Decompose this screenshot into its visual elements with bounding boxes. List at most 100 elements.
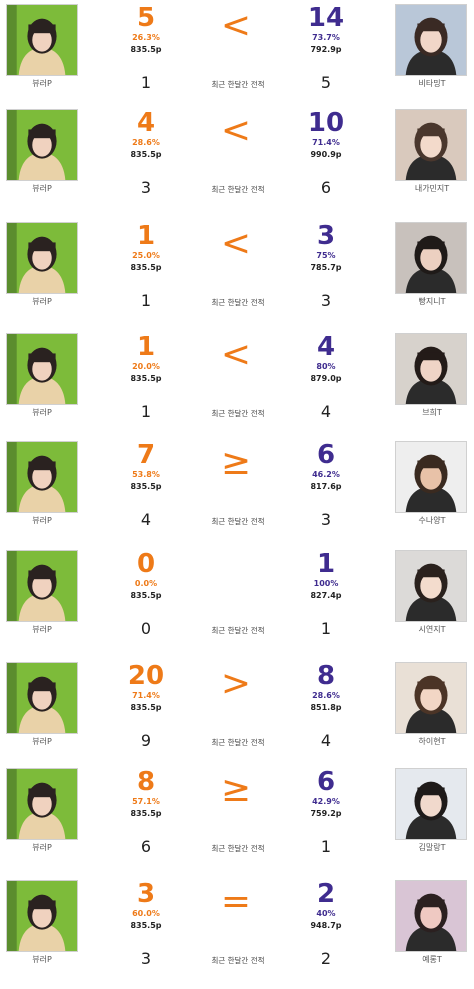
left-player-avatar[interactable] <box>6 109 78 181</box>
match-row: 뷰러P 8 57.1% 835.5p ≥ 6 42.9% 759.2p 김말랑T… <box>0 764 474 864</box>
left-points: 835.5p <box>130 703 162 712</box>
left-player-name: 뷰러P <box>32 184 52 193</box>
left-points: 835.5p <box>130 263 162 272</box>
right-win-rate: 71.4% <box>312 138 340 147</box>
left-player-avatar[interactable] <box>6 880 78 952</box>
left-score: 1 <box>136 221 156 251</box>
left-score: 4 <box>136 108 156 138</box>
right-points: 759.2p <box>310 809 342 818</box>
right-player-avatar[interactable] <box>395 222 467 294</box>
left-player-name: 뷰러P <box>32 79 52 88</box>
right-score: 4 <box>316 332 336 362</box>
comparison-symbol: < <box>220 334 252 375</box>
left-recent-count: 1 <box>140 402 152 421</box>
recent-period-label: 최근 한달간 전적 <box>211 298 265 307</box>
left-win-rate: 53.8% <box>132 470 160 479</box>
right-recent-count: 3 <box>320 291 332 310</box>
left-player-name: 뷰러P <box>32 516 52 525</box>
right-win-rate: 75% <box>316 251 336 260</box>
right-recent-count: 3 <box>320 510 332 529</box>
right-player-avatar[interactable] <box>395 662 467 734</box>
left-player-avatar[interactable] <box>6 4 78 76</box>
left-win-rate: 25.0% <box>132 251 160 260</box>
right-score: 6 <box>316 440 336 470</box>
comparison-symbol: < <box>220 223 252 264</box>
right-player-avatar[interactable] <box>395 768 467 840</box>
left-score: 7 <box>136 440 156 470</box>
right-recent-count: 4 <box>320 731 332 750</box>
left-win-rate: 26.3% <box>132 33 160 42</box>
right-win-rate: 100% <box>313 579 339 588</box>
left-score: 8 <box>136 767 156 797</box>
left-recent-count: 4 <box>140 510 152 529</box>
left-player-avatar[interactable] <box>6 441 78 513</box>
left-player-avatar[interactable] <box>6 333 78 405</box>
right-points: 817.6p <box>310 482 342 491</box>
left-win-rate: 0.0% <box>134 579 158 588</box>
left-score: 5 <box>136 3 156 33</box>
left-recent-count: 0 <box>140 619 152 638</box>
left-points: 835.5p <box>130 45 162 54</box>
right-recent-count: 6 <box>320 178 332 197</box>
right-win-rate: 40% <box>316 909 336 918</box>
left-win-rate: 20.0% <box>132 362 160 371</box>
left-score: 0 <box>136 549 156 579</box>
left-player-name: 뷰러P <box>32 408 52 417</box>
right-recent-count: 2 <box>320 949 332 968</box>
left-win-rate: 60.0% <box>132 909 160 918</box>
left-win-rate: 57.1% <box>132 797 160 806</box>
left-points: 835.5p <box>130 482 162 491</box>
left-player-name: 뷰러P <box>32 955 52 964</box>
recent-period-label: 최근 한달간 전적 <box>211 517 265 526</box>
left-recent-count: 3 <box>140 178 152 197</box>
left-points: 835.5p <box>130 809 162 818</box>
right-points: 851.8p <box>310 703 342 712</box>
recent-period-label: 최근 한달간 전적 <box>211 409 265 418</box>
left-player-avatar[interactable] <box>6 222 78 294</box>
match-row: 뷰러P 1 20.0% 835.5p < 4 80% 879.0p 브희T 1 … <box>0 329 474 429</box>
right-score: 2 <box>316 879 336 909</box>
match-row: 뷰러P 4 28.6% 835.5p < 10 71.4% 990.9p 내가민… <box>0 105 474 205</box>
right-player-avatar[interactable] <box>395 333 467 405</box>
left-player-name: 뷰러P <box>32 843 52 852</box>
left-score: 1 <box>136 332 156 362</box>
right-recent-count: 1 <box>320 837 332 856</box>
right-recent-count: 4 <box>320 402 332 421</box>
right-points: 990.9p <box>310 150 342 159</box>
right-points: 948.7p <box>310 921 342 930</box>
left-points: 835.5p <box>130 374 162 383</box>
right-win-rate: 28.6% <box>312 691 340 700</box>
left-player-avatar[interactable] <box>6 768 78 840</box>
match-row: 뷰러P 5 26.3% 835.5p < 14 73.7% 792.9p 비타밍… <box>0 0 474 100</box>
right-player-avatar[interactable] <box>395 4 467 76</box>
right-player-avatar[interactable] <box>395 109 467 181</box>
right-player-name: 김말랑T <box>418 843 446 852</box>
recent-period-label: 최근 한달간 전적 <box>211 626 265 635</box>
left-recent-count: 1 <box>140 291 152 310</box>
left-recent-count: 3 <box>140 949 152 968</box>
left-player-avatar[interactable] <box>6 550 78 622</box>
recent-period-label: 최근 한달간 전적 <box>211 185 265 194</box>
right-win-rate: 73.7% <box>312 33 340 42</box>
right-score: 3 <box>316 221 336 251</box>
left-points: 835.5p <box>130 921 162 930</box>
right-points: 879.0p <box>310 374 342 383</box>
right-player-avatar[interactable] <box>395 441 467 513</box>
comparison-symbol: < <box>220 5 252 46</box>
right-player-avatar[interactable] <box>395 550 467 622</box>
left-score: 3 <box>136 879 156 909</box>
right-player-avatar[interactable] <box>395 880 467 952</box>
right-win-rate: 42.9% <box>312 797 340 806</box>
right-points: 792.9p <box>310 45 342 54</box>
right-win-rate: 80% <box>316 362 336 371</box>
match-row: 뷰러P 0 0.0% 835.5p 1 100% 827.4p 시연지T 0 최… <box>0 546 474 646</box>
match-row: 뷰러P 1 25.0% 835.5p < 3 75% 785.7p 빵지니T 1… <box>0 218 474 318</box>
right-recent-count: 5 <box>320 73 332 92</box>
right-score: 6 <box>316 767 336 797</box>
right-points: 785.7p <box>310 263 342 272</box>
left-player-avatar[interactable] <box>6 662 78 734</box>
recent-period-label: 최근 한달간 전적 <box>211 738 265 747</box>
comparison-symbol: = <box>220 881 252 922</box>
recent-period-label: 최근 한달간 전적 <box>211 80 265 89</box>
left-recent-count: 1 <box>140 73 152 92</box>
